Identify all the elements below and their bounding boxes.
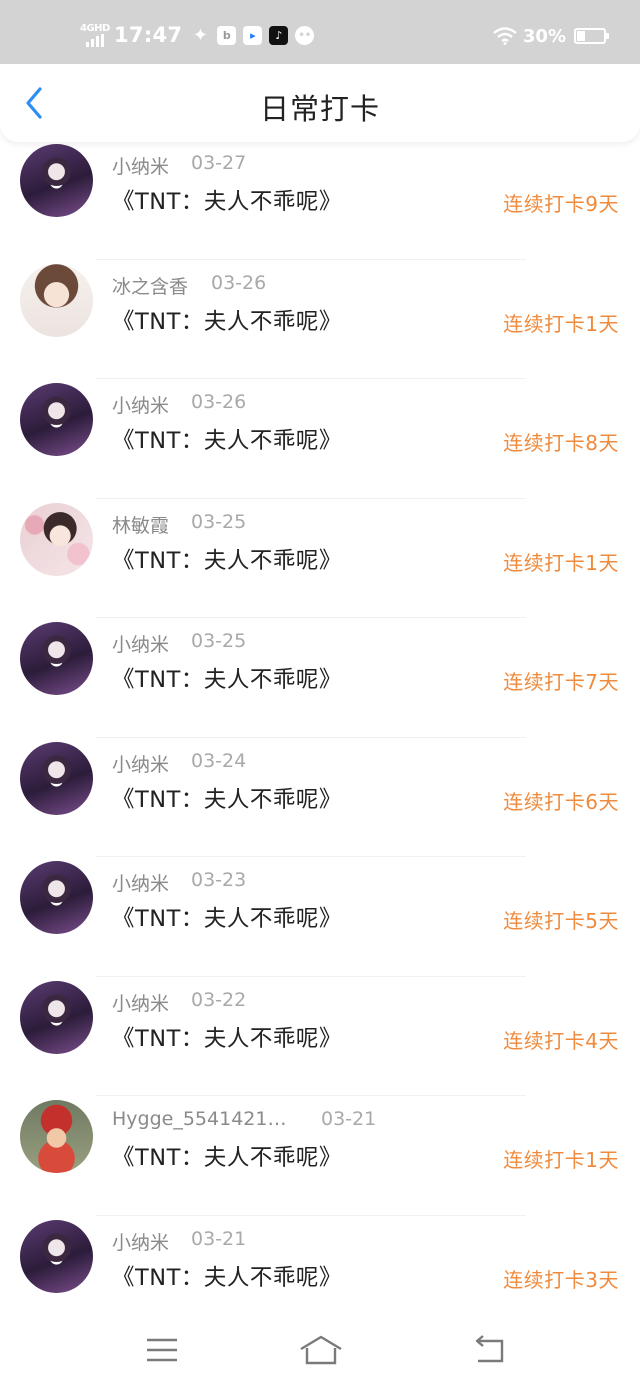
wifi-icon [493, 27, 517, 45]
streak-label: 连续打卡8天 [503, 431, 619, 455]
status-time: 17:47 [114, 23, 183, 47]
checkin-date: 03-22 [191, 988, 247, 1011]
streak-label: 连续打卡5天 [503, 909, 619, 933]
user-avatar[interactable] [20, 980, 93, 1054]
book-title[interactable]: 《TNT：夫人不乖呢》 [112, 782, 342, 814]
book-title[interactable]: 《TNT：夫人不乖呢》 [112, 1260, 342, 1292]
system-nav-bar [0, 1310, 640, 1387]
user-name[interactable]: 小纳米 [112, 750, 169, 777]
streak-label: 连续打卡1天 [503, 550, 619, 575]
user-name[interactable]: 小纳米 [112, 869, 169, 896]
user-avatar[interactable] [20, 502, 93, 576]
user-avatar[interactable] [20, 1219, 93, 1293]
book-title[interactable]: 《TNT：夫人不乖呢》 [112, 543, 342, 575]
streak-label: 连续打卡6天 [503, 789, 619, 814]
status-right: 30% [493, 22, 609, 50]
checkin-item[interactable]: 小纳米 03-25 《TNT：夫人不乖呢》 连续打卡7天 [0, 618, 640, 738]
book-title[interactable]: 《TNT：夫人不乖呢》 [112, 423, 342, 455]
page-title: 日常打卡 [259, 92, 380, 126]
checkin-list: 小纳米 03-27 《TNT：夫人不乖呢》 连续打卡9天冰之含香 03-26 《TNT：夫… [0, 140, 640, 1335]
user-name[interactable]: 小纳米 [112, 630, 169, 657]
book-title[interactable]: 《TNT：夫人不乖呢》 [112, 304, 342, 336]
checkin-item[interactable]: 小纳米 03-24 《TNT：夫人不乖呢》 连续打卡6天 [0, 738, 640, 857]
user-name[interactable]: 林敏霞 [112, 511, 169, 538]
checkin-date: 03-21 [321, 1108, 377, 1130]
checkin-item[interactable]: 小纳米 03-27 《TNT：夫人不乖呢》 连续打卡9天 [0, 140, 640, 260]
streak-label: 连续打卡4天 [503, 1028, 619, 1053]
back-icon[interactable] [470, 1334, 510, 1366]
status-bar: 4GHD 17:47 ✦ b ▸ ♪ •• 30% [0, 0, 640, 64]
checkin-date: 03-24 [191, 749, 247, 772]
checkin-date: 03-23 [191, 869, 247, 891]
streak-label: 连续打卡7天 [503, 670, 619, 694]
wechat-icon: ✦ [192, 24, 208, 46]
message-icon: •• [295, 25, 315, 45]
user-avatar[interactable] [20, 741, 93, 815]
streak-label: 连续打卡1天 [503, 311, 619, 336]
app-icon: b [217, 25, 237, 45]
user-avatar[interactable] [20, 144, 93, 217]
user-name[interactable]: 冰之含香 [112, 272, 188, 299]
user-avatar[interactable] [20, 263, 93, 337]
user-name[interactable]: Hygge_5541421… [112, 1108, 286, 1130]
checkin-item[interactable]: 小纳米 03-23 《TNT：夫人不乖呢》 连续打卡5天 [0, 857, 640, 977]
status-left: 4GHD 17:47 ✦ b ▸ ♪ •• [80, 20, 321, 50]
checkin-date: 03-21 [191, 1227, 247, 1250]
user-avatar[interactable] [20, 383, 93, 456]
checkin-date: 03-25 [191, 630, 247, 652]
book-title[interactable]: 《TNT：夫人不乖呢》 [112, 184, 342, 216]
tiktok-icon: ♪ [269, 25, 289, 45]
book-title[interactable]: 《TNT：夫人不乖呢》 [112, 1140, 342, 1172]
home-icon[interactable] [298, 1334, 344, 1366]
checkin-item[interactable]: 小纳米 03-22 《TNT：夫人不乖呢》 连续打卡4天 [0, 977, 640, 1096]
streak-label: 连续打卡9天 [503, 192, 619, 216]
checkin-date: 03-27 [191, 152, 247, 174]
streak-label: 连续打卡3天 [503, 1267, 619, 1292]
battery-percentage: 30% [522, 25, 566, 47]
book-title[interactable]: 《TNT：夫人不乖呢》 [112, 662, 342, 694]
checkin-date: 03-26 [191, 391, 247, 413]
network-type: 4GHD [80, 23, 110, 34]
book-title[interactable]: 《TNT：夫人不乖呢》 [112, 901, 342, 933]
checkin-item[interactable]: 小纳米 03-26 《TNT：夫人不乖呢》 连续打卡8天 [0, 379, 640, 499]
app-header: 日常打卡 [0, 64, 640, 142]
user-name[interactable]: 小纳米 [112, 391, 169, 418]
user-name[interactable]: 小纳米 [112, 989, 169, 1016]
checkin-item[interactable]: 林敏霞 03-25 《TNT：夫人不乖呢》 连续打卡1天 [0, 499, 640, 618]
blue-app-icon: ▸ [243, 25, 263, 45]
streak-label: 连续打卡1天 [503, 1148, 619, 1172]
checkin-date: 03-26 [211, 271, 267, 294]
battery-icon [574, 28, 609, 44]
cellular-signal-icon: 4GHD [80, 23, 110, 47]
user-avatar[interactable] [20, 861, 93, 934]
book-title[interactable]: 《TNT：夫人不乖呢》 [112, 1021, 342, 1053]
user-name[interactable]: 小纳米 [112, 1228, 169, 1255]
user-name[interactable]: 小纳米 [112, 152, 169, 179]
checkin-date: 03-25 [191, 510, 247, 533]
user-avatar[interactable] [20, 622, 93, 695]
menu-icon[interactable] [142, 1334, 182, 1366]
checkin-item[interactable]: Hygge_5541421… 03-21 《TNT：夫人不乖呢》 连续打卡1天 [0, 1096, 640, 1216]
checkin-item[interactable]: 冰之含香 03-26 《TNT：夫人不乖呢》 连续打卡1天 [0, 260, 640, 379]
user-avatar[interactable] [20, 1100, 93, 1173]
